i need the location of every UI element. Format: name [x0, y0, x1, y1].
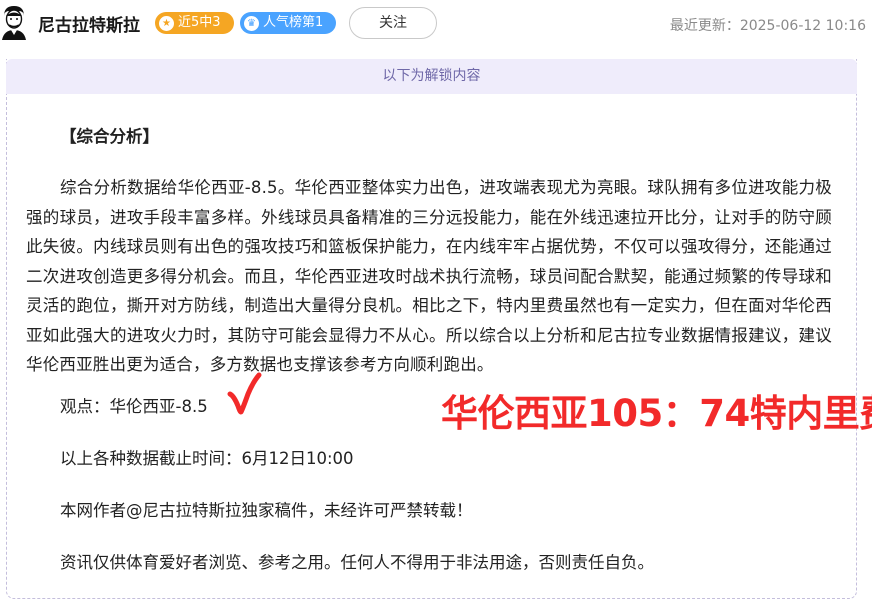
- analysis-paragraph: 综合分析数据给华伦西亚-8.5。华伦西亚整体实力出色，进攻端表现尤为亮眼。球队拥…: [26, 178, 832, 374]
- avatar[interactable]: [0, 4, 28, 40]
- section-title: 【综合分析】: [60, 127, 159, 146]
- streak-badge-label: 近5中3: [178, 15, 221, 30]
- unlock-banner: 以下为解锁内容: [6, 59, 857, 94]
- rank-badge: ♛ 人气榜第1: [240, 12, 336, 34]
- final-score: 华伦西亚105：74特内里费: [441, 392, 872, 435]
- star-icon: ★: [159, 15, 174, 31]
- disclaimer-notice: 资讯仅供体育爱好者浏览、参考之用。任何人不得用于非法用途，否则责任自负。: [60, 553, 654, 572]
- rank-badge-label: 人气榜第1: [263, 15, 324, 30]
- streak-badge: ★ 近5中3: [155, 12, 234, 34]
- author-name[interactable]: 尼古拉特斯拉: [38, 11, 140, 36]
- follow-button[interactable]: 关注: [349, 7, 437, 39]
- author-header: 尼古拉特斯拉 ★ 近5中3 ♛ 人气榜第1 关注 最近更新：2025-06-12…: [0, 0, 872, 48]
- data-cutoff-time: 以上各种数据截止时间：6月12日10:00: [60, 449, 354, 468]
- last-update-time: 最近更新：2025-06-12 10:16: [669, 18, 866, 34]
- viewpoint: 观点：华伦西亚-8.5: [60, 397, 208, 416]
- check-mark-icon: [227, 372, 262, 415]
- crown-icon: ♛: [244, 15, 259, 31]
- copyright-notice: 本网作者@尼古拉特斯拉独家稿件，未经许可严禁转载！: [60, 501, 473, 520]
